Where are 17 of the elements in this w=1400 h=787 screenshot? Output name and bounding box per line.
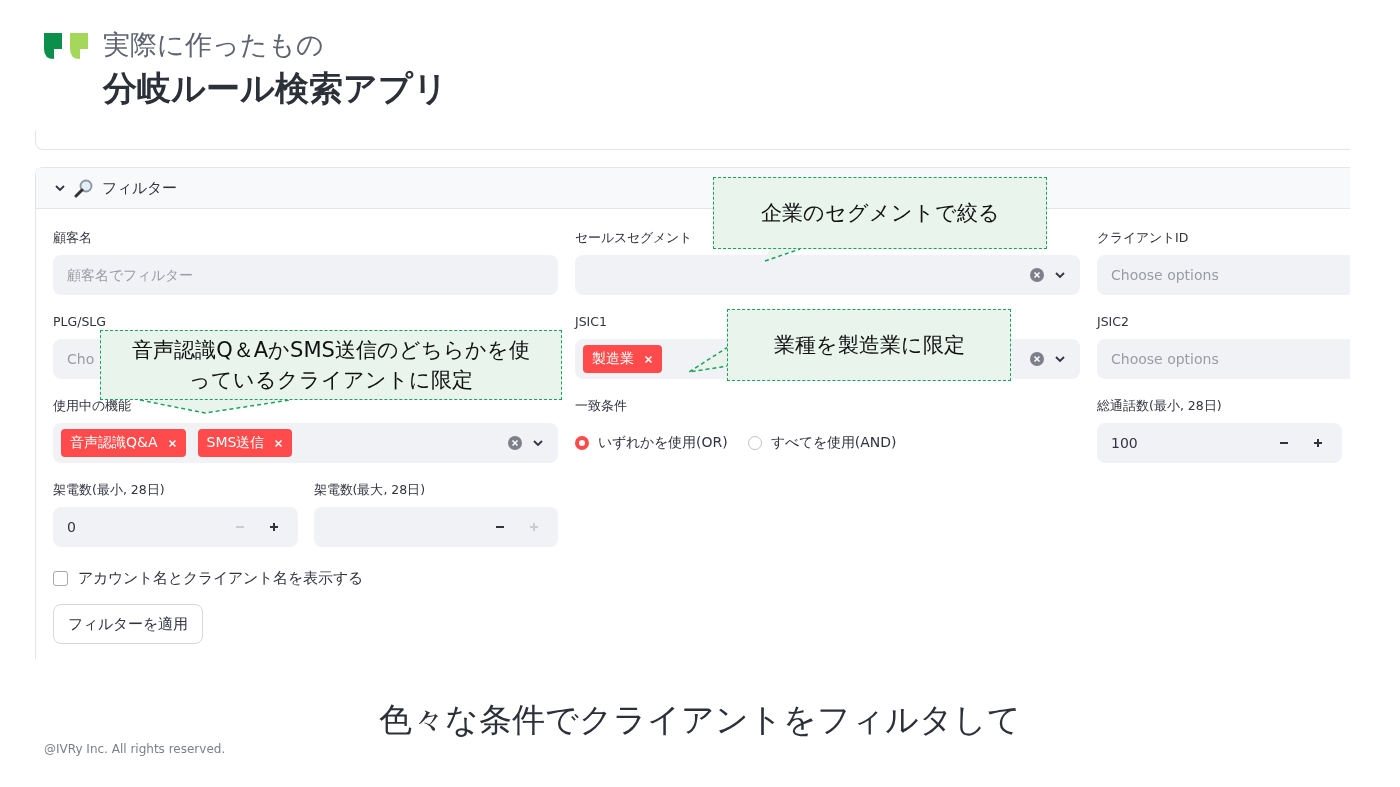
slide-title: 分岐ルール検索アプリ: [103, 67, 448, 110]
field-label: 架電数(最小, 28日): [53, 481, 165, 499]
slide-caption: 色々な条件でクライアントをフィルタして: [378, 699, 1022, 741]
field-label: 顧客名: [53, 229, 92, 247]
field-label: JSIC2: [1097, 313, 1129, 331]
field-label: 総通話数(最小, 28日): [1097, 397, 1222, 415]
field-label: 一致条件: [575, 397, 627, 415]
copyright-text: @IVRy Inc. All rights reserved.: [44, 742, 226, 756]
field-label: 架電数(最大, 28日): [313, 481, 426, 499]
field-label: PLG/SLG: [53, 313, 106, 331]
slide-subtitle: 実際に作ったもの: [103, 28, 325, 62]
field-label: 使用中の機能: [53, 397, 131, 415]
field-label: セールスセグメント: [575, 229, 692, 247]
field-label: JSIC1: [575, 313, 607, 331]
annotation-tooltip: 業種を製造業に限定: [727, 309, 1011, 381]
field-label: クライアントID: [1097, 229, 1189, 247]
annotation-tooltip: 企業のセグメントで絞る: [713, 177, 1047, 249]
